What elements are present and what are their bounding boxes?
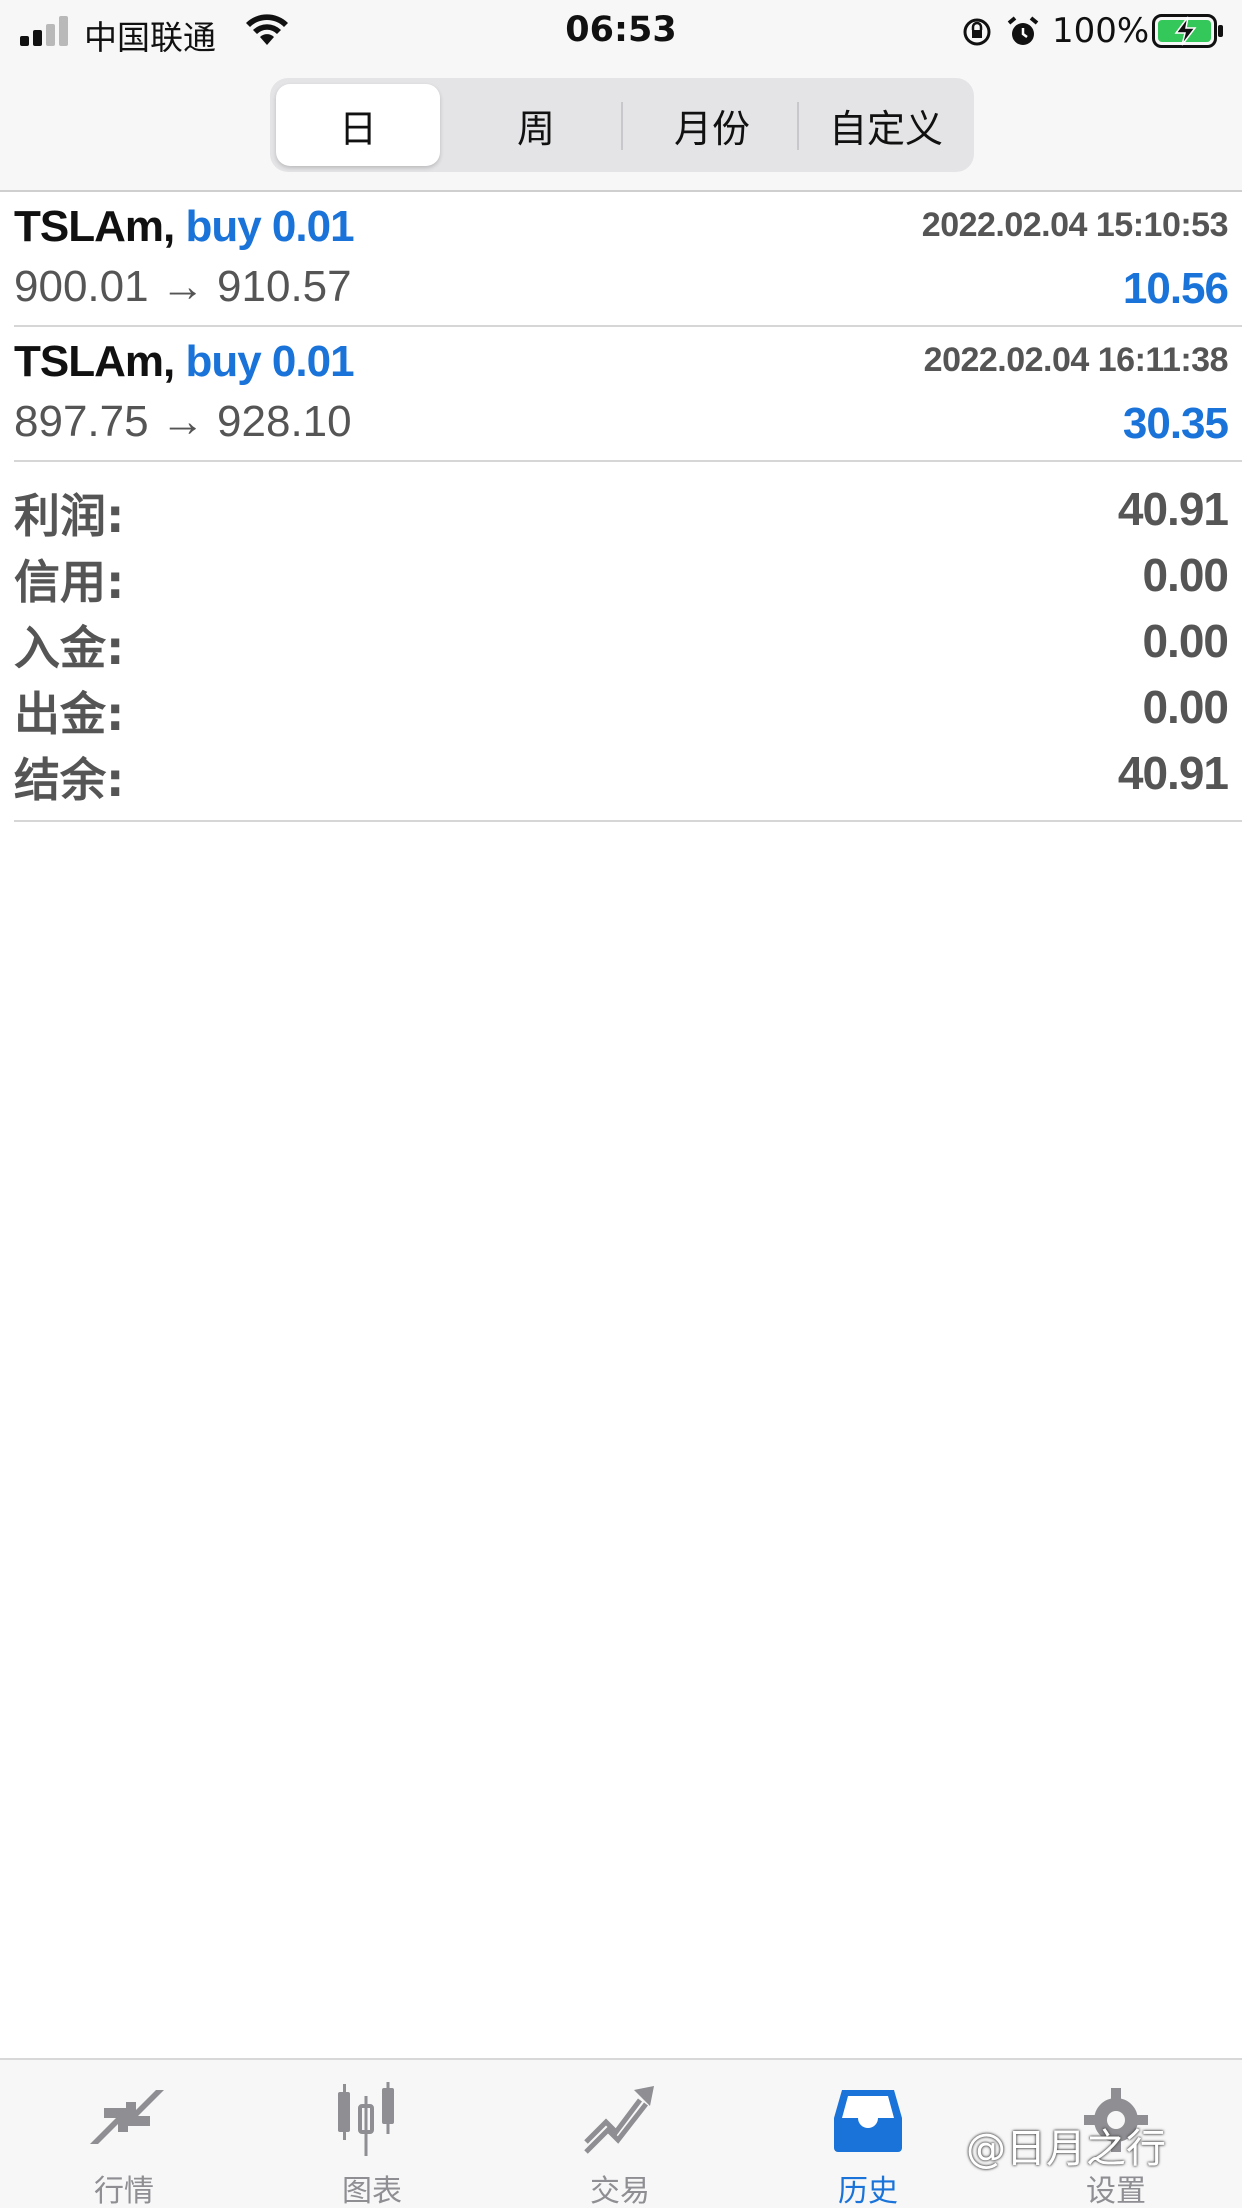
summary-value: 0.00 [1142,681,1229,733]
battery-percent: 100% [1052,11,1150,51]
tab-chart[interactable]: 图表 [248,2060,496,2208]
summary-value: 0.00 [1142,549,1229,601]
trade-time: 2022.02.04 16:11:38 [923,341,1229,379]
trade-icon [584,2086,654,2154]
tab-label: 历史 [838,2174,898,2208]
summary-profit-row: 利润: 40.91 [0,476,1242,543]
period-tab-week[interactable]: 周 [454,84,618,166]
segment-divider [797,102,799,150]
quotes-icon [90,2090,164,2144]
chart-icon [338,2082,394,2156]
period-tab-day[interactable]: 日 [276,84,440,166]
tab-label: 图表 [342,2174,402,2208]
period-selector-bar: 日 周 月份 自定义 [0,64,1242,192]
segment-divider [621,102,623,150]
trade-row[interactable]: TSLAm, buy 0.01 2022.02.04 15:10:53 900.… [0,192,1242,326]
period-tab-month[interactable]: 月份 [630,84,794,166]
trade-side: buy 0.01 [185,202,354,251]
summary-value: 0.00 [1142,615,1229,667]
trade-side: buy 0.01 [185,337,354,386]
summary-label: 入金: [14,621,125,675]
summary-balance-row: 结余: 40.91 [0,740,1242,807]
watermark: @日月之行 [966,2126,1166,2172]
tab-trade[interactable]: 交易 [496,2060,744,2208]
summary-divider [14,820,1242,822]
summary-label: 利润: [14,489,125,543]
trade-prices: 897.75 → 928.10 [14,397,352,446]
summary-value: 40.91 [1117,483,1229,535]
tab-history[interactable]: 历史 [744,2060,992,2208]
row-divider [14,460,1242,462]
period-segmented-control: 日 周 月份 自定义 [270,78,974,172]
summary-label: 信用: [14,555,125,609]
trade-prices: 900.01 → 910.57 [14,262,352,311]
history-screen: 中国联通 06:53 100% 日 周 月份 自定义 TSLAm, buy 0.… [0,0,1242,2208]
trade-symbol: TSLAm, [14,202,175,251]
summary-label: 结余: [14,753,125,807]
trade-profit: 30.35 [1122,399,1229,448]
period-tab-custom[interactable]: 自定义 [804,84,968,166]
history-icon [834,2090,902,2152]
summary-withdrawal-row: 出金: 0.00 [0,674,1242,741]
summary-credit-row: 信用: 0.00 [0,542,1242,609]
trade-profit: 10.56 [1122,264,1229,313]
tab-quotes[interactable]: 行情 [0,2060,248,2208]
tab-label: 交易 [590,2174,650,2208]
summary-deposit-row: 入金: 0.00 [0,608,1242,675]
tab-label: 行情 [94,2174,154,2208]
orientation-lock-icon [963,18,991,46]
trade-time: 2022.02.04 15:10:53 [921,206,1229,244]
summary-label: 出金: [14,687,125,741]
status-bar: 中国联通 06:53 100% [0,0,1242,64]
trade-symbol: TSLAm, [14,337,175,386]
trade-row[interactable]: TSLAm, buy 0.01 2022.02.04 16:11:38 897.… [0,327,1242,461]
alarm-icon [1007,16,1039,45]
summary-value: 40.91 [1117,747,1229,799]
battery-charging-icon [1152,14,1223,48]
